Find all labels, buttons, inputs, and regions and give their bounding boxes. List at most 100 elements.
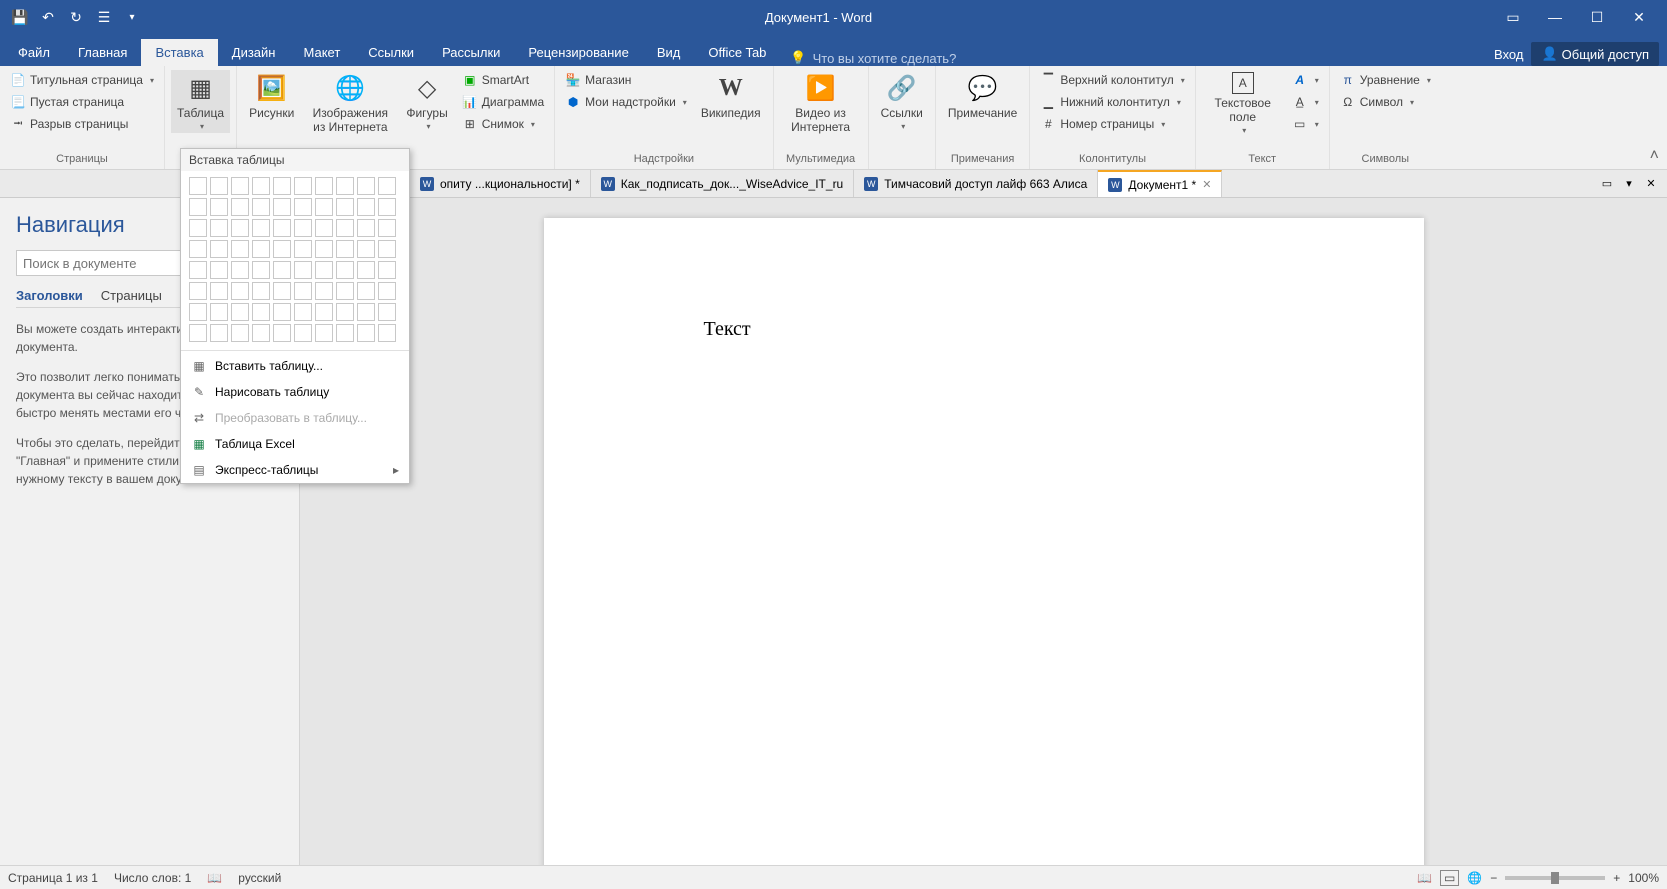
grid-cell[interactable] — [315, 303, 333, 321]
zoom-slider[interactable] — [1505, 876, 1605, 880]
tab-insert[interactable]: Вставка — [141, 39, 217, 66]
page-indicator[interactable]: Страница 1 из 1 — [8, 871, 98, 885]
grid-cell[interactable] — [189, 303, 207, 321]
grid-cell[interactable] — [294, 219, 312, 237]
screenshot-button[interactable]: ⊞Снимок▾ — [458, 114, 548, 134]
grid-cell[interactable] — [252, 198, 270, 216]
tab-menu-icon[interactable]: ▾ — [1619, 174, 1639, 194]
navtab-headings[interactable]: Заголовки — [16, 288, 83, 303]
table-button[interactable]: ▦ Таблица ▾ — [171, 70, 230, 133]
grid-cell[interactable] — [210, 177, 228, 195]
grid-cell[interactable] — [273, 198, 291, 216]
redo-icon[interactable]: ↻ — [64, 5, 88, 29]
grid-cell[interactable] — [252, 240, 270, 258]
document-page[interactable]: Текст — [544, 218, 1424, 865]
tab-file[interactable]: Файл — [4, 39, 64, 66]
undo-icon[interactable]: ↶ — [36, 5, 60, 29]
save-icon[interactable]: 💾 — [8, 5, 32, 29]
table-size-grid[interactable] — [181, 171, 409, 348]
grid-cell[interactable] — [231, 324, 249, 342]
links-button[interactable]: 🔗Ссылки▾ — [875, 70, 929, 133]
header-button[interactable]: ▔Верхний колонтитул▾ — [1036, 70, 1188, 90]
close-tab-icon[interactable]: ✕ — [1202, 178, 1211, 191]
grid-cell[interactable] — [210, 282, 228, 300]
grid-cell[interactable] — [231, 219, 249, 237]
qat-more-icon[interactable]: ▾ — [120, 5, 144, 29]
grid-cell[interactable] — [357, 240, 375, 258]
grid-cell[interactable] — [252, 282, 270, 300]
grid-cell[interactable] — [210, 324, 228, 342]
grid-cell[interactable] — [210, 240, 228, 258]
grid-cell[interactable] — [252, 261, 270, 279]
my-addins-button[interactable]: ⬢Мои надстройки▾ — [561, 92, 691, 112]
insert-table-item[interactable]: ▦Вставить таблицу... — [181, 353, 409, 379]
document-area[interactable]: Текст — [300, 198, 1667, 865]
grid-cell[interactable] — [231, 177, 249, 195]
tell-me-search[interactable]: 💡 Что вы хотите сделать? — [780, 50, 966, 66]
doctab-0[interactable]: Wопиту ...кциональности] * — [410, 170, 591, 197]
tab-references[interactable]: Ссылки — [354, 39, 428, 66]
grid-cell[interactable] — [231, 303, 249, 321]
online-pictures-button[interactable]: 🌐Изображения из Интернета — [304, 70, 396, 136]
grid-cell[interactable] — [189, 240, 207, 258]
maximize-icon[interactable]: ☐ — [1577, 5, 1617, 29]
close-icon[interactable]: ✕ — [1619, 5, 1659, 29]
grid-cell[interactable] — [294, 198, 312, 216]
wikipedia-button[interactable]: WВикипедия — [695, 70, 767, 122]
proofing-icon[interactable]: 📖 — [207, 871, 222, 885]
ribbon-options-icon[interactable]: ▭ — [1493, 5, 1533, 29]
shapes-button[interactable]: ◇Фигуры▾ — [400, 70, 453, 133]
excel-table-item[interactable]: ▦Таблица Excel — [181, 431, 409, 457]
grid-cell[interactable] — [315, 219, 333, 237]
footer-button[interactable]: ▁Нижний колонтитул▾ — [1036, 92, 1185, 112]
tab-officetab[interactable]: Office Tab — [694, 39, 780, 66]
word-count[interactable]: Число слов: 1 — [114, 871, 191, 885]
grid-cell[interactable] — [336, 198, 354, 216]
tab-home[interactable]: Главная — [64, 39, 141, 66]
touch-mode-icon[interactable]: ☰ — [92, 5, 116, 29]
grid-cell[interactable] — [357, 303, 375, 321]
grid-cell[interactable] — [189, 219, 207, 237]
grid-cell[interactable] — [336, 324, 354, 342]
grid-cell[interactable] — [378, 324, 396, 342]
grid-cell[interactable] — [231, 198, 249, 216]
collapse-ribbon-icon[interactable]: ˄ — [1642, 143, 1667, 169]
grid-cell[interactable] — [336, 282, 354, 300]
grid-cell[interactable] — [210, 261, 228, 279]
close-all-icon[interactable]: ✕ — [1641, 174, 1661, 194]
grid-cell[interactable] — [378, 282, 396, 300]
grid-cell[interactable] — [378, 177, 396, 195]
zoom-in-icon[interactable]: + — [1613, 871, 1620, 885]
grid-cell[interactable] — [231, 282, 249, 300]
grid-cell[interactable] — [378, 219, 396, 237]
chart-button[interactable]: 📊Диаграмма — [458, 92, 548, 112]
grid-cell[interactable] — [273, 240, 291, 258]
pictures-button[interactable]: 🖼️Рисунки — [243, 70, 300, 122]
grid-cell[interactable] — [231, 240, 249, 258]
zoom-out-icon[interactable]: − — [1490, 871, 1497, 885]
draw-table-item[interactable]: ✎Нарисовать таблицу — [181, 379, 409, 405]
grid-cell[interactable] — [336, 177, 354, 195]
tab-mailings[interactable]: Рассылки — [428, 39, 514, 66]
grid-cell[interactable] — [294, 177, 312, 195]
grid-cell[interactable] — [336, 261, 354, 279]
grid-cell[interactable] — [252, 219, 270, 237]
grid-cell[interactable] — [357, 261, 375, 279]
grid-cell[interactable] — [210, 219, 228, 237]
grid-cell[interactable] — [357, 219, 375, 237]
grid-cell[interactable] — [315, 324, 333, 342]
grid-cell[interactable] — [336, 303, 354, 321]
grid-cell[interactable] — [252, 177, 270, 195]
grid-cell[interactable] — [273, 324, 291, 342]
grid-cell[interactable] — [273, 177, 291, 195]
grid-cell[interactable] — [315, 282, 333, 300]
grid-cell[interactable] — [378, 198, 396, 216]
quick-tables-item[interactable]: ▤Экспресс-таблицы▸ — [181, 457, 409, 483]
grid-cell[interactable] — [273, 219, 291, 237]
doctab-2[interactable]: WТимчасовий доступ лайф 663 Алиса — [854, 170, 1098, 197]
grid-cell[interactable] — [273, 282, 291, 300]
minimize-icon[interactable]: — — [1535, 5, 1575, 29]
smartart-button[interactable]: ▣SmartArt — [458, 70, 548, 90]
grid-cell[interactable] — [336, 240, 354, 258]
tab-layout[interactable]: Макет — [289, 39, 354, 66]
